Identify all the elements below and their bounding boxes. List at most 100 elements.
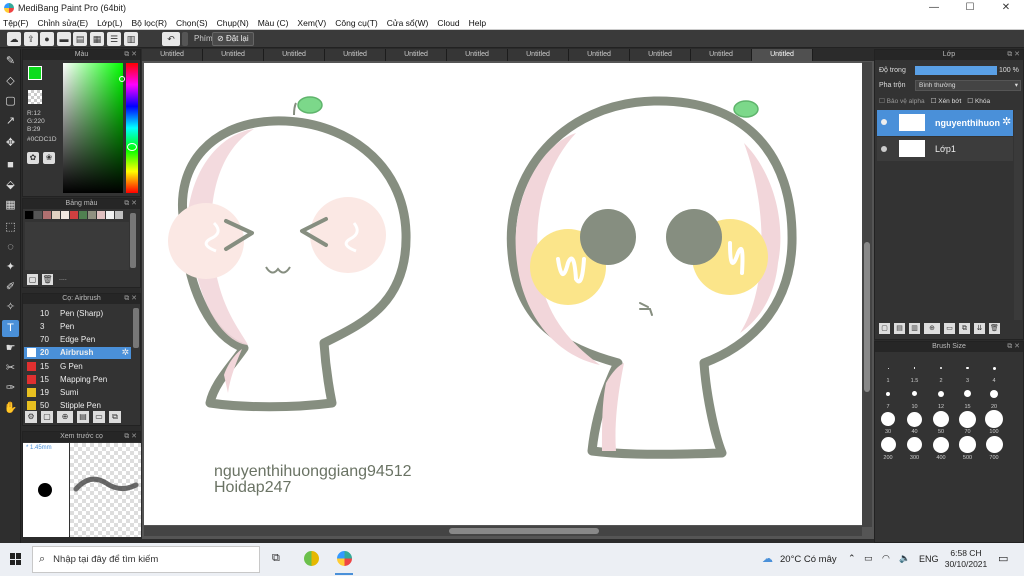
hue-slider-handle[interactable] [127, 143, 137, 151]
divide-tool-icon[interactable]: ✂ [2, 360, 19, 377]
cloud-icon[interactable]: ☁ [7, 32, 21, 46]
tab-document[interactable]: Untitled [325, 49, 386, 61]
fill-tool-icon[interactable]: ⬙ [2, 177, 19, 194]
page-icon[interactable]: ▤ [73, 32, 87, 46]
layer-row-selected[interactable]: nguyenthihuon ✲ [877, 110, 1013, 136]
panel-close-icon[interactable]: ⧉ ✕ [124, 199, 137, 209]
new-color-layer-icon[interactable]: ▤ [894, 323, 905, 334]
trash-icon[interactable]: 🗑 [42, 274, 53, 285]
brush-size-option[interactable] [881, 412, 895, 426]
close-button[interactable]: ✕ [988, 0, 1024, 16]
dot-tool-icon[interactable]: ▢ [2, 93, 19, 110]
select-eraser-icon[interactable]: ✧ [2, 299, 19, 316]
menu-color[interactable]: Màu (C) [258, 18, 289, 28]
brush-size-option[interactable] [912, 391, 917, 396]
palette-swatch[interactable] [43, 211, 51, 219]
new-palette-icon[interactable]: ▢ [27, 274, 38, 285]
brush-size-option[interactable] [886, 391, 890, 396]
tab-document[interactable]: Untitled [142, 49, 203, 61]
drawing-canvas[interactable]: nguyenthihuonggiang94512 Hoidap247 [144, 63, 862, 525]
panel-close-icon[interactable]: ⧉ ✕ [124, 432, 137, 442]
menu-edit[interactable]: Chỉnh sửa(E) [38, 18, 89, 28]
brush-list-item[interactable]: 70 Edge Pen [24, 333, 131, 346]
brush-size-option[interactable] [887, 367, 889, 369]
medibang-taskbar-icon[interactable] [337, 551, 352, 566]
brush-size-option[interactable] [990, 389, 998, 398]
task-view-icon[interactable]: ⧉ [272, 552, 280, 565]
tab-document[interactable]: Untitled [569, 49, 630, 61]
brush-size-option[interactable] [992, 366, 996, 370]
palette-swatch[interactable] [34, 211, 42, 219]
menu-layer[interactable]: Lớp(L) [97, 18, 122, 28]
palette-icon[interactable]: ✿ [27, 152, 39, 164]
magic-wand-icon[interactable]: ✦ [2, 259, 19, 276]
brush-settings-icon[interactable]: ⚙ [25, 411, 37, 423]
wifi-icon[interactable]: ◠ [882, 553, 890, 564]
notification-icon[interactable]: ▭ [998, 552, 1008, 565]
menu-file[interactable]: Tệp(F) [3, 18, 29, 28]
brush-list-scrollbar[interactable] [133, 308, 139, 348]
move-tool-icon[interactable]: ✥ [2, 135, 19, 152]
operation-tool-icon[interactable]: ☛ [2, 340, 19, 357]
brush-tool-icon[interactable]: ✎ [2, 53, 19, 70]
brush-list-item[interactable]: 20 Airbrush ✲ [24, 346, 131, 360]
brush-size-option[interactable] [906, 436, 923, 453]
menu-cloud[interactable]: Cloud [437, 18, 459, 28]
text-tool-icon[interactable]: T [2, 320, 19, 337]
volume-icon[interactable]: 🔈 [899, 553, 910, 564]
palette-swatch[interactable] [70, 211, 78, 219]
tray-chevron-icon[interactable]: ⌃ [848, 553, 856, 564]
tab-document[interactable]: Untitled [691, 49, 752, 61]
menu-filter[interactable]: Bộ lọc(R) [132, 18, 167, 28]
brush-size-option[interactable] [907, 411, 922, 427]
brush-list-item[interactable]: 3 Pen [24, 320, 131, 333]
menu-snap[interactable]: Chụp(N) [217, 18, 249, 28]
layer-scrollbar[interactable] [1014, 110, 1022, 320]
layer-settings-gear-icon[interactable]: ✲ [1002, 115, 1011, 128]
select-tool-icon[interactable]: ⬚ [2, 219, 19, 236]
taskbar-search[interactable]: ⌕ Nhập tại đây để tìm kiếm [32, 546, 260, 573]
reset-button[interactable]: ⊘ Đặt lại [212, 32, 254, 46]
merge-layer-icon[interactable]: ⇊ [974, 323, 985, 334]
tab-document[interactable]: Untitled [630, 49, 691, 61]
duplicate-layer-icon[interactable]: ⧉ [959, 323, 970, 334]
list-icon[interactable]: ☰ [107, 32, 121, 46]
brush-size-option[interactable] [966, 366, 969, 370]
background-color-swatch[interactable] [28, 90, 42, 104]
brush-size-option[interactable] [985, 410, 1003, 428]
brush-size-option[interactable] [933, 411, 949, 427]
layer-row[interactable]: Lớp1 [877, 137, 1013, 161]
panel-close-icon[interactable]: ⧉ ✕ [124, 50, 137, 60]
menu-select[interactable]: Chọn(S) [176, 18, 208, 28]
panel-close-icon[interactable]: ⧉ ✕ [124, 294, 137, 304]
color-wheel-icon[interactable]: ❀ [43, 152, 55, 164]
brush-size-option[interactable] [880, 437, 896, 452]
tab-document[interactable]: Untitled [447, 49, 508, 61]
windows-start-icon[interactable] [10, 553, 22, 565]
palette-swatch[interactable] [88, 211, 96, 219]
tab-document[interactable]: Untitled [508, 49, 569, 61]
grid-icon[interactable]: ▦ [90, 32, 104, 46]
shape-tool-icon[interactable]: ■ [2, 157, 19, 174]
weather-text[interactable]: 20°C Có mây [780, 554, 837, 565]
palette-scrollbar[interactable] [130, 213, 136, 268]
copy-brush-icon[interactable]: ▤ [77, 411, 89, 423]
eyedropper-icon[interactable]: ✑ [2, 380, 19, 397]
toolbar-more-icon[interactable] [182, 32, 188, 46]
add-brush-icon[interactable]: ⊕ [57, 411, 73, 423]
brush-list-item[interactable]: 19 Sumi [24, 386, 131, 399]
brush-size-option[interactable] [933, 436, 949, 453]
clipping-checkbox[interactable]: ☐ Xén bớt [931, 97, 962, 105]
folder-icon[interactable]: ▭ [93, 411, 105, 423]
brush-size-option[interactable] [985, 436, 1003, 453]
blend-mode-select[interactable]: Bình thường ▾ [915, 80, 1021, 91]
hand-tool-icon[interactable]: ✋ [2, 400, 19, 417]
palette-swatch[interactable] [79, 211, 87, 219]
palette-swatch[interactable] [106, 211, 114, 219]
foreground-color-swatch[interactable] [28, 66, 42, 80]
delete-layer-icon[interactable]: 🗑 [989, 323, 1000, 334]
brush-size-option[interactable] [913, 367, 916, 369]
menu-help[interactable]: Help [469, 18, 486, 28]
visibility-eye-icon[interactable] [881, 119, 887, 125]
palette-swatch[interactable] [52, 211, 60, 219]
